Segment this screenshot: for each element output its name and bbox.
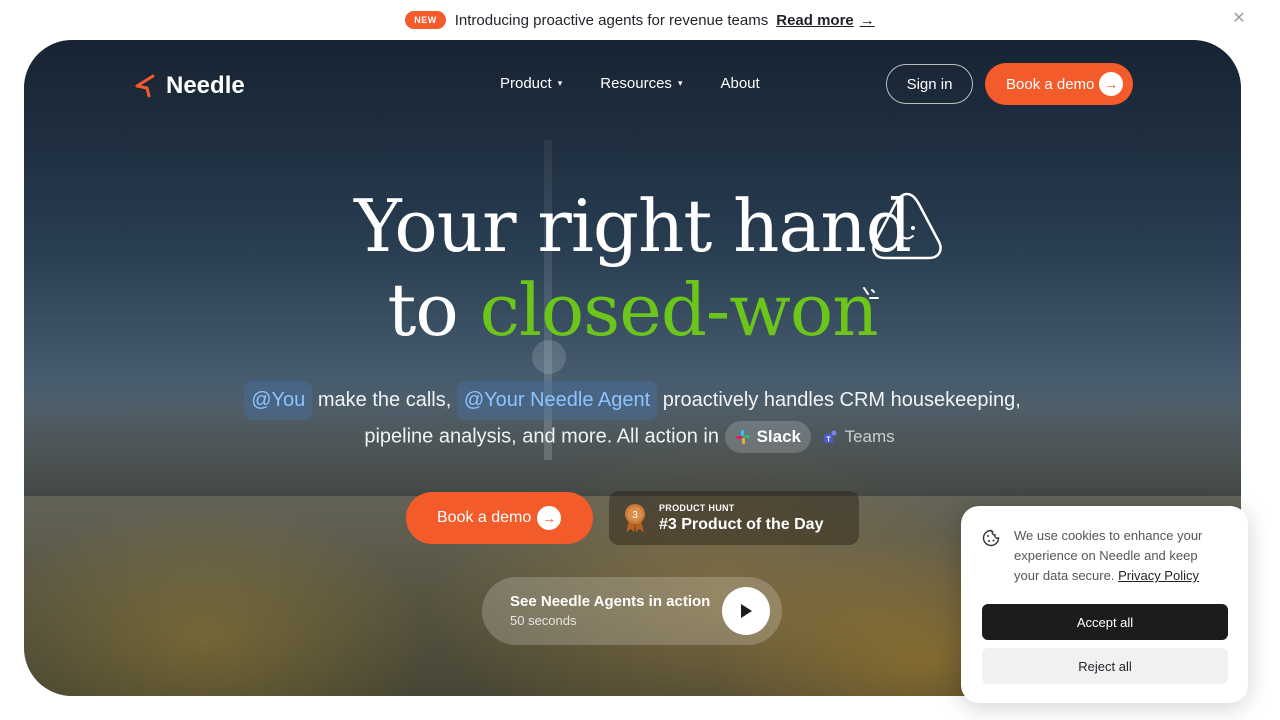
- chevron-down-icon: ▾: [557, 78, 563, 88]
- svg-text:T: T: [826, 437, 831, 444]
- cookie-message: We use cookies to enhance your experienc…: [1014, 526, 1224, 586]
- announcement-bar: NEW Introducing proactive agents for rev…: [0, 0, 1280, 40]
- cookie-banner: We use cookies to enhance your experienc…: [961, 506, 1248, 703]
- medal-rank: 3: [632, 510, 638, 521]
- headline-highlight: closed-won: [479, 268, 879, 352]
- read-more-label: Read more: [776, 11, 854, 29]
- headline-prefix: to: [387, 268, 458, 352]
- cookie-icon: [982, 529, 1000, 547]
- read-more-link[interactable]: Read more →: [776, 12, 875, 29]
- nav-product[interactable]: Product ▾: [500, 75, 562, 92]
- book-demo-nav-label: Book a demo: [1006, 75, 1095, 93]
- video-button[interactable]: See Needle Agents in action 50 seconds: [482, 577, 782, 645]
- nav-about[interactable]: About: [720, 75, 759, 92]
- announcement-text: Introducing proactive agents for revenue…: [454, 11, 769, 29]
- arrow-right-icon: →: [537, 506, 561, 530]
- nav-resources[interactable]: Resources ▾: [600, 75, 682, 92]
- product-hunt-text: PRODUCT HUNT #3 Product of the Day: [659, 503, 823, 534]
- brand-name: Needle: [166, 72, 245, 99]
- privacy-policy-link[interactable]: Privacy Policy: [1118, 568, 1199, 583]
- teams-icon: T: [823, 430, 837, 444]
- nav-about-label: About: [720, 75, 760, 92]
- subtext-a: make the calls,: [317, 389, 452, 411]
- slack-icon: [735, 430, 750, 444]
- nav-product-label: Product: [500, 75, 552, 92]
- product-hunt-title: #3 Product of the Day: [659, 515, 824, 533]
- smiley-triangle-icon: [872, 192, 942, 260]
- sign-in-button[interactable]: Sign in: [886, 64, 973, 104]
- sparkle-icon: [863, 287, 879, 299]
- teams-pill: T Teams: [817, 421, 901, 453]
- needle-logo-icon: [135, 74, 155, 98]
- book-demo-nav-button[interactable]: Book a demo →: [985, 63, 1133, 105]
- subtext-c: pipeline analysis, and more. All action …: [364, 425, 719, 448]
- brand-logo[interactable]: Needle: [134, 72, 245, 100]
- arrow-right-icon: →: [1099, 72, 1123, 96]
- mention-you-chip: @You: [244, 381, 313, 420]
- mention-agent-chip: @Your Needle Agent: [456, 381, 658, 420]
- close-icon[interactable]: ✕: [1230, 10, 1248, 28]
- slack-pill: Slack: [724, 421, 811, 453]
- nav-resources-label: Resources: [600, 75, 672, 92]
- book-demo-hero-label: Book a demo: [437, 509, 532, 526]
- product-hunt-label: PRODUCT HUNT: [659, 502, 735, 513]
- slack-label: Slack: [756, 427, 801, 446]
- arrow-right-icon: →: [859, 11, 875, 29]
- main-nav: Product ▾ Resources ▾ About: [500, 75, 798, 92]
- subtext-b: proactively handles CRM housekeeping,: [662, 389, 1021, 411]
- reject-all-button[interactable]: Reject all: [982, 648, 1228, 684]
- subtext-line-1: @You make the calls, @Your Needle Agent …: [24, 381, 1241, 420]
- accept-all-button[interactable]: Accept all: [982, 604, 1228, 640]
- teams-label: Teams: [844, 427, 895, 446]
- subtext-line-2: pipeline analysis, and more. All action …: [24, 421, 1241, 453]
- play-icon[interactable]: [722, 587, 770, 635]
- headline-line-1: Your right hand: [354, 184, 912, 268]
- product-hunt-badge[interactable]: 3 PRODUCT HUNT #3 Product of the Day: [609, 491, 859, 545]
- new-badge: NEW: [405, 11, 446, 29]
- book-demo-hero-button[interactable]: Book a demo →: [406, 492, 593, 544]
- chevron-down-icon: ▾: [677, 78, 683, 88]
- medal-icon: 3: [625, 504, 645, 532]
- headline-line-2: to closed-won: [24, 268, 1241, 352]
